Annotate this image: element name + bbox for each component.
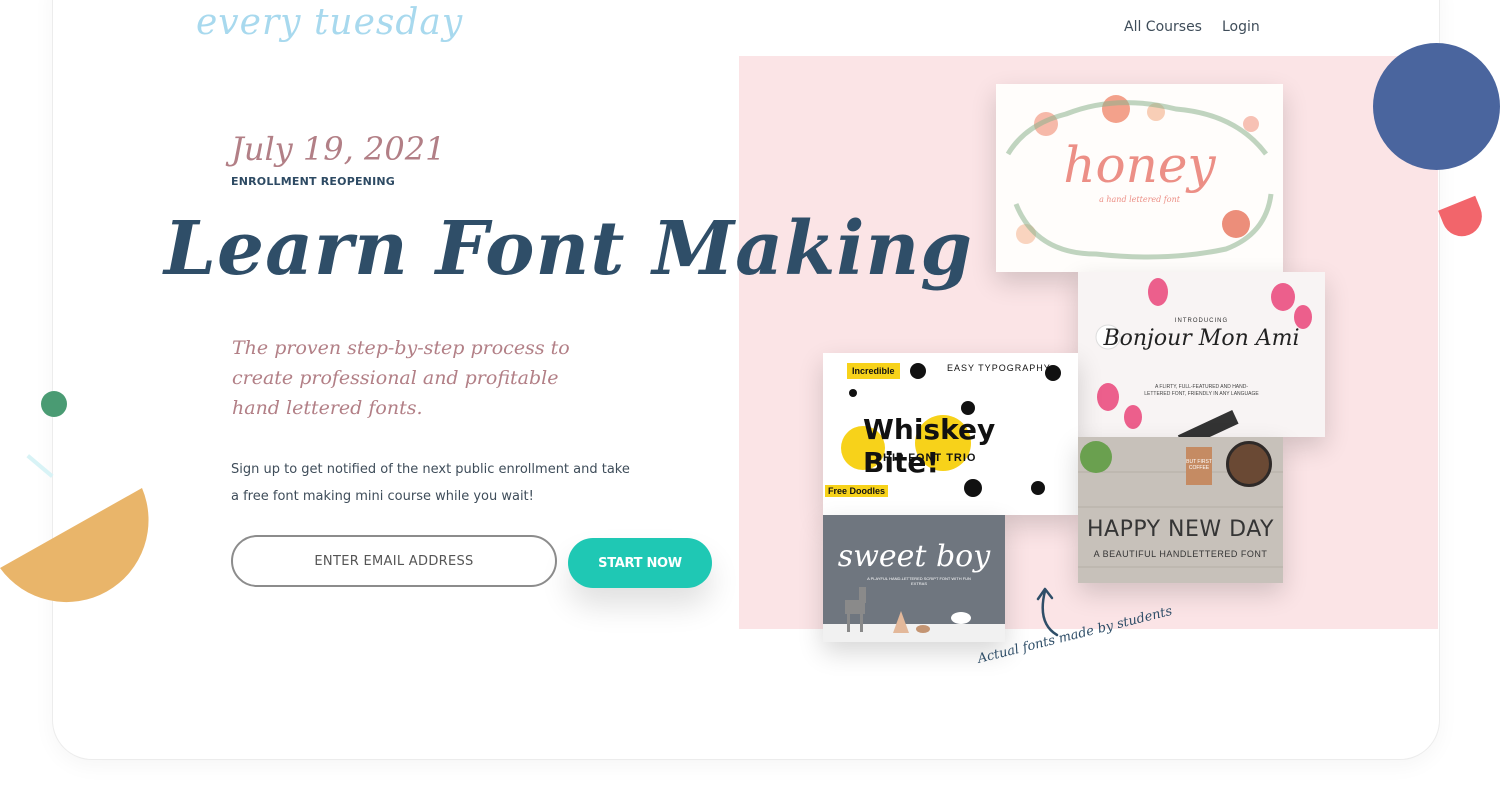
whiskey-font-subtitle: HIP FONT TRIO	[883, 452, 977, 464]
honey-font-title: honey	[1063, 136, 1216, 194]
font-sample-sweet-boy: sweet boy A PLAYFUL HAND-LETTERED SCRIPT…	[823, 515, 1005, 642]
happy-new-day-font-title: HAPPY NEW DAY	[1086, 517, 1274, 542]
decorative-orange-semicircle	[0, 488, 149, 603]
font-sample-happy-new-day: BUT FIRST COFFEE HAPPY NEW DAY A BEAUTIF…	[1078, 437, 1283, 583]
nav-login[interactable]: Login	[1222, 19, 1260, 35]
happy-new-day-font-subtitle: A BEAUTIFUL HANDLETTERED FONT	[1093, 549, 1268, 559]
bonjour-intro-label: INTRODUCING	[1174, 318, 1229, 324]
whiskey-easy-typography-label: EASY TYPOGRAPHY	[947, 363, 1051, 373]
coffee-cup-icon	[1226, 441, 1272, 487]
decorative-red-semicircle	[1438, 195, 1488, 243]
nav-all-courses[interactable]: All Courses	[1124, 19, 1202, 35]
brand-logo[interactable]: every tuesday	[196, 2, 463, 43]
decorative-green-dot	[41, 391, 67, 417]
decorative-cyan-dash	[26, 454, 54, 478]
enrollment-date: July 19, 2021	[231, 130, 446, 168]
tulips-illustration	[1095, 278, 1312, 437]
signup-description: Sign up to get notified of the next publ…	[231, 462, 630, 504]
bonjour-font-description: A FLIRTY, FULL-FEATURED AND HAND-LETTERE…	[1144, 384, 1259, 397]
email-input[interactable]	[231, 535, 557, 587]
notebook-note: BUT FIRST COFFEE	[1186, 459, 1212, 471]
font-sample-whiskey-bite: Incredible EASY TYPOGRAPHY Whiskey Bite!…	[823, 353, 1078, 515]
start-now-button[interactable]: START NOW	[568, 538, 712, 588]
notebook-illustration: BUT FIRST COFFEE	[1186, 447, 1212, 485]
page-title: Learn Font Making	[164, 206, 973, 292]
bonjour-font-title: Bonjour Mon Ami	[1103, 326, 1300, 351]
hero-tagline: The proven step-by-step process to creat…	[232, 337, 570, 419]
font-sample-honey: honey a hand lettered font	[996, 84, 1283, 272]
decorative-blue-circle	[1373, 43, 1500, 170]
whiskey-incredible-label: Incredible	[847, 363, 900, 379]
enrollment-status: ENROLLMENT REOPENING	[231, 175, 396, 188]
whiskey-font-title: Whiskey Bite!	[863, 413, 996, 479]
font-sample-bonjour-mon-ami: INTRODUCING Bonjour Mon Ami A FLIRTY, FU…	[1078, 272, 1325, 437]
whiskey-free-doodles-label: Free Doodles	[825, 485, 889, 497]
honey-font-subtitle: a hand lettered font	[1099, 195, 1180, 204]
toy-horse-illustration	[845, 587, 971, 633]
